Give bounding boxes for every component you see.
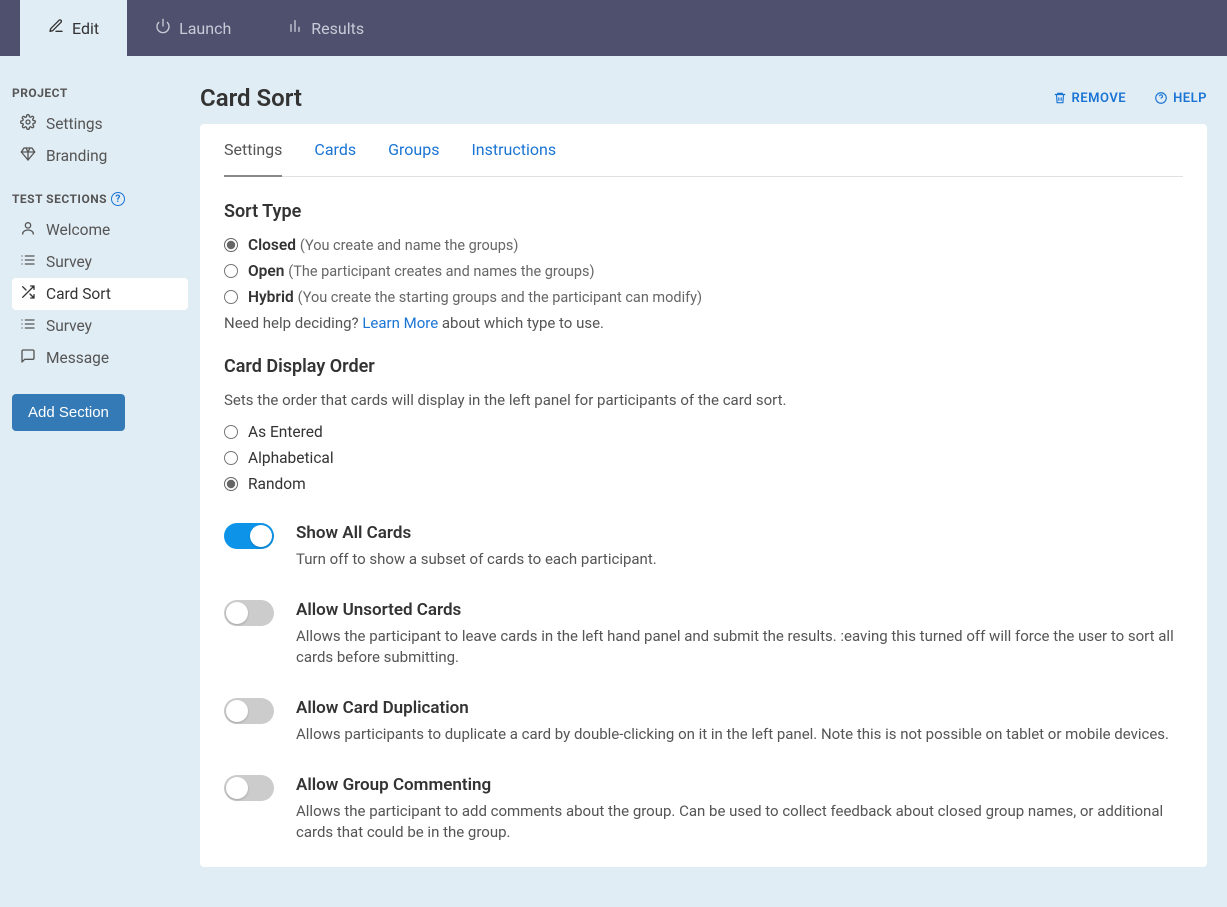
radio-input-alpha[interactable] — [224, 451, 238, 465]
radio-input-open[interactable] — [224, 264, 238, 278]
toggle-title-duplication: Allow Card Duplication — [296, 698, 1169, 718]
section-display-order: Card Display Order Sets the order that c… — [224, 356, 1183, 493]
display-order-desc: Sets the order that cards will display i… — [224, 391, 1183, 409]
list-icon — [20, 252, 36, 272]
sort-type-heading: Sort Type — [224, 201, 1183, 222]
toggle-desc-commenting: Allows the participant to add comments a… — [296, 801, 1183, 843]
toggle-desc-duplication: Allows participants to duplicate a card … — [296, 724, 1169, 745]
tab-cards[interactable]: Cards — [314, 124, 356, 176]
toggle-duplication[interactable] — [224, 698, 274, 724]
sidebar: PROJECT SettingsBranding TEST SECTIONS ?… — [0, 56, 200, 907]
sidebar-heading-project: PROJECT — [12, 86, 188, 100]
gear-icon — [20, 114, 36, 134]
remove-button[interactable]: REMOVE — [1053, 91, 1127, 106]
page-title: Card Sort — [200, 84, 302, 112]
toggle-desc-unsorted: Allows the participant to leave cards in… — [296, 626, 1183, 668]
radio-input-entered[interactable] — [224, 425, 238, 439]
top-nav: EditLaunchResults — [0, 0, 1227, 56]
chat-icon — [20, 348, 36, 368]
sidebar-item-card sort[interactable]: Card Sort — [12, 278, 188, 310]
toggle-show-all[interactable] — [224, 523, 274, 549]
display-order-heading: Card Display Order — [224, 356, 1183, 377]
sidebar-item-survey[interactable]: Survey — [12, 310, 188, 342]
bars-icon — [287, 18, 303, 38]
radio-input-closed[interactable] — [224, 238, 238, 252]
add-section-button[interactable]: Add Section — [12, 394, 125, 431]
help-button[interactable]: HELP — [1154, 91, 1207, 106]
topnav-launch[interactable]: Launch — [127, 0, 259, 56]
toggle-title-commenting: Allow Group Commenting — [296, 775, 1183, 795]
help-icon[interactable]: ? — [111, 192, 125, 206]
tab-instructions[interactable]: Instructions — [471, 124, 556, 176]
toggle-row-duplication: Allow Card Duplication Allows participant… — [224, 698, 1183, 745]
trash-icon — [1053, 91, 1067, 105]
toggle-row-show-all: Show All Cards Turn off to show a subset … — [224, 523, 1183, 570]
toggle-row-commenting: Allow Group Commenting Allows the partici… — [224, 775, 1183, 843]
radio-closed[interactable]: Closed (You create and name the groups) — [224, 236, 1183, 254]
tab-groups[interactable]: Groups — [388, 124, 439, 176]
help-icon — [1154, 91, 1168, 105]
diamond-icon — [20, 146, 36, 166]
sidebar-heading-sections: TEST SECTIONS ? — [12, 192, 188, 206]
radio-open[interactable]: Open (The participant creates and names … — [224, 262, 1183, 280]
sort-type-help: Need help deciding? Learn More about whi… — [224, 314, 1183, 332]
edit-icon — [48, 18, 64, 38]
toggle-row-unsorted: Allow Unsorted Cards Allows the participa… — [224, 600, 1183, 668]
tabs: Settings Cards Groups Instructions — [224, 124, 1183, 177]
topnav-results[interactable]: Results — [259, 0, 392, 56]
toggle-unsorted[interactable] — [224, 600, 274, 626]
sidebar-item-branding[interactable]: Branding — [12, 140, 188, 172]
main-content: Card Sort REMOVE HELP Settings Cards Group… — [200, 56, 1227, 907]
toggle-title-show-all: Show All Cards — [296, 523, 657, 543]
shuffle-icon — [20, 284, 36, 304]
radio-alpha[interactable]: Alphabetical — [224, 449, 1183, 467]
sidebar-item-settings[interactable]: Settings — [12, 108, 188, 140]
toggle-desc-show-all: Turn off to show a subset of cards to ea… — [296, 549, 657, 570]
sidebar-item-survey[interactable]: Survey — [12, 246, 188, 278]
person-icon — [20, 220, 36, 240]
radio-random[interactable]: Random — [224, 475, 1183, 493]
section-sort-type: Sort Type Closed (You create and name th… — [224, 201, 1183, 332]
toggle-title-unsorted: Allow Unsorted Cards — [296, 600, 1183, 620]
power-icon — [155, 18, 171, 38]
radio-hybrid[interactable]: Hybrid (You create the starting groups a… — [224, 288, 1183, 306]
topnav-edit[interactable]: Edit — [20, 0, 127, 56]
radio-input-hybrid[interactable] — [224, 290, 238, 304]
list-icon — [20, 316, 36, 336]
radio-entered[interactable]: As Entered — [224, 423, 1183, 441]
sidebar-item-welcome[interactable]: Welcome — [12, 214, 188, 246]
learn-more-link[interactable]: Learn More — [362, 314, 438, 332]
toggle-commenting[interactable] — [224, 775, 274, 801]
tab-settings[interactable]: Settings — [224, 124, 282, 177]
radio-input-random[interactable] — [224, 477, 238, 491]
sidebar-item-message[interactable]: Message — [12, 342, 188, 374]
